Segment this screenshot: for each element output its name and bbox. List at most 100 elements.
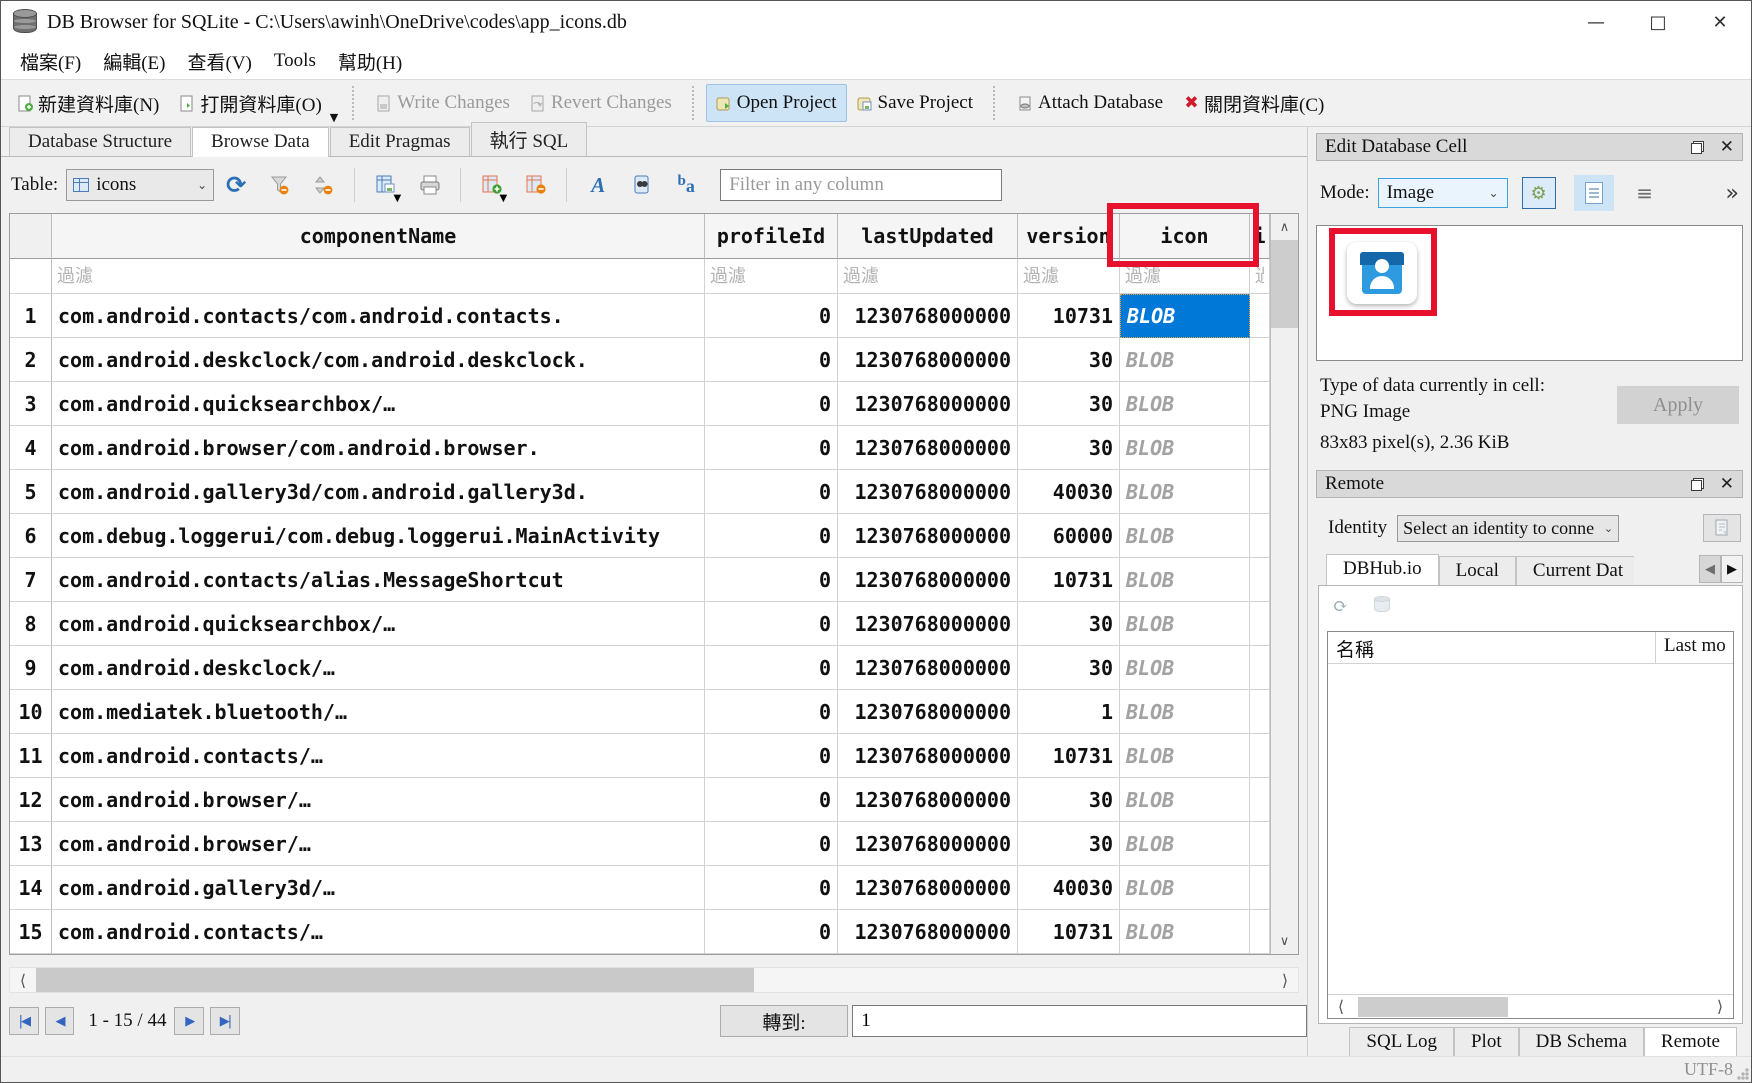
revert-changes-button[interactable]: Revert Changes [520, 84, 682, 122]
cell-icon-blob[interactable]: BLOB [1120, 866, 1250, 910]
cell-lastUpdated[interactable]: 1230768000000 [838, 822, 1018, 866]
cell-icon-blob[interactable]: BLOB [1120, 646, 1250, 690]
new-database-button[interactable]: 新建資料庫(N) [7, 82, 169, 125]
row-number[interactable]: 7 [10, 558, 52, 602]
cell-icon-blob[interactable]: BLOB [1120, 602, 1250, 646]
scroll-right-icon[interactable]: ⟩ [1707, 997, 1733, 1016]
cell-profileId[interactable]: 0 [705, 514, 838, 558]
cell-version[interactable]: 10731 [1018, 910, 1120, 954]
column-header-lastUpdated[interactable]: lastUpdated [838, 214, 1018, 259]
save-results-button[interactable]: ▼ [369, 168, 403, 202]
cell-version[interactable]: 30 [1018, 602, 1120, 646]
cell-lastUpdated[interactable]: 1230768000000 [838, 426, 1018, 470]
cell-componentName[interactable]: com.android.browser/… [52, 822, 705, 866]
tab-database-structure[interactable]: Database Structure [9, 127, 191, 156]
cell-profileId[interactable]: 0 [705, 470, 838, 514]
cell-profileId[interactable]: 0 [705, 778, 838, 822]
cell-lastUpdated[interactable]: 1230768000000 [838, 646, 1018, 690]
goto-button[interactable]: 轉到: [720, 1005, 848, 1037]
row-number[interactable]: 15 [10, 910, 52, 954]
cell-icon-blob[interactable]: BLOB [1120, 690, 1250, 734]
cell-version[interactable]: 30 [1018, 822, 1120, 866]
cell-icon-blob[interactable]: BLOB [1120, 514, 1250, 558]
open-database-dropdown[interactable]: ▼ [330, 111, 338, 124]
float-panel-icon[interactable] [1691, 478, 1704, 491]
cell-lastUpdated[interactable]: 1230768000000 [838, 382, 1018, 426]
close-panel-icon[interactable]: ✕ [1720, 139, 1734, 156]
cell-partial[interactable] [1250, 734, 1270, 778]
cell-partial[interactable] [1250, 910, 1270, 954]
scroll-right-icon[interactable]: ⟩ [1272, 971, 1298, 990]
cell-icon-blob[interactable]: BLOB [1120, 294, 1250, 338]
row-number[interactable]: 1 [10, 294, 52, 338]
row-number[interactable]: 14 [10, 866, 52, 910]
open-database-button[interactable]: 打開資料庫(O) [169, 82, 331, 125]
cell-componentName[interactable]: com.android.contacts/alias.MessageShortc… [52, 558, 705, 602]
cell-profileId[interactable]: 0 [705, 646, 838, 690]
new-record-dropdown[interactable]: ▼ [500, 193, 508, 204]
clear-sort-button[interactable] [307, 168, 341, 202]
row-number[interactable]: 13 [10, 822, 52, 866]
write-changes-button[interactable]: Write Changes [366, 84, 520, 122]
overflow-button[interactable]: » [1726, 181, 1743, 206]
save-results-dropdown[interactable]: ▼ [394, 193, 402, 204]
text-mode-button[interactable] [1574, 175, 1614, 211]
cell-partial[interactable] [1250, 338, 1270, 382]
cell-icon-blob[interactable]: BLOB [1120, 558, 1250, 602]
cell-version[interactable]: 1 [1018, 690, 1120, 734]
cell-version[interactable]: 10731 [1018, 558, 1120, 602]
cell-partial[interactable] [1250, 866, 1270, 910]
cell-icon-blob[interactable]: BLOB [1120, 910, 1250, 954]
cell-partial[interactable] [1250, 294, 1270, 338]
cell-version[interactable]: 60000 [1018, 514, 1120, 558]
cell-partial[interactable] [1250, 822, 1270, 866]
row-number[interactable]: 2 [10, 338, 52, 382]
new-record-button[interactable]: ▼ [475, 168, 509, 202]
row-number[interactable]: 10 [10, 690, 52, 734]
cell-componentName[interactable]: com.android.quicksearchbox/… [52, 602, 705, 646]
remote-tab-dbhub[interactable]: DBHub.io [1326, 554, 1439, 585]
cell-componentName[interactable]: com.debug.loggerui/com.debug.loggerui.Ma… [52, 514, 705, 558]
remote-horizontal-scrollbar[interactable]: ⟨ ⟩ [1328, 994, 1733, 1018]
vertical-scrollbar-thumb[interactable] [1271, 240, 1298, 328]
first-record-button[interactable]: |◀ [9, 1007, 39, 1035]
mode-select[interactable]: Image ⌄ [1378, 178, 1508, 208]
filter-componentName[interactable] [52, 259, 704, 293]
cell-partial[interactable] [1250, 602, 1270, 646]
close-button[interactable]: ✕ [1689, 1, 1751, 43]
clear-filters-button[interactable] [263, 168, 297, 202]
filter-lastUpdated[interactable] [838, 259, 1017, 293]
print-button[interactable] [413, 168, 447, 202]
scroll-left-icon[interactable]: ⟨ [10, 971, 36, 990]
resize-grip[interactable] [1737, 1068, 1749, 1080]
cell-version[interactable]: 40030 [1018, 470, 1120, 514]
cell-profileId[interactable]: 0 [705, 558, 838, 602]
attach-database-button[interactable]: Attach Database [1007, 84, 1173, 122]
cell-icon-blob[interactable]: BLOB [1120, 470, 1250, 514]
cell-componentName[interactable]: com.android.gallery3d/… [52, 866, 705, 910]
cell-partial[interactable] [1250, 382, 1270, 426]
filter-profileId[interactable] [705, 259, 837, 293]
tab-execute-sql[interactable]: 執行 SQL [471, 122, 588, 156]
dock-tab-db-schema[interactable]: DB Schema [1519, 1027, 1644, 1056]
previous-record-button[interactable]: ◀ [45, 1007, 75, 1035]
column-header-icon[interactable]: icon [1120, 214, 1250, 259]
cell-profileId[interactable]: 0 [705, 602, 838, 646]
cell-version[interactable]: 10731 [1018, 734, 1120, 778]
menu-file[interactable]: 檔案(F) [9, 45, 92, 78]
cell-icon-blob[interactable]: BLOB [1120, 338, 1250, 382]
cell-componentName[interactable]: com.android.gallery3d/com.android.galler… [52, 470, 705, 514]
tab-edit-pragmas[interactable]: Edit Pragmas [330, 127, 470, 156]
row-number[interactable]: 6 [10, 514, 52, 558]
cell-profileId[interactable]: 0 [705, 294, 838, 338]
cell-componentName[interactable]: com.android.contacts/… [52, 910, 705, 954]
cell-icon-blob[interactable]: BLOB [1120, 822, 1250, 866]
cell-lastUpdated[interactable]: 1230768000000 [838, 866, 1018, 910]
cell-icon-blob[interactable]: BLOB [1120, 426, 1250, 470]
cell-version[interactable]: 30 [1018, 426, 1120, 470]
tab-browse-data[interactable]: Browse Data [192, 127, 329, 157]
cell-profileId[interactable]: 0 [705, 734, 838, 778]
cell-lastUpdated[interactable]: 1230768000000 [838, 734, 1018, 778]
column-header-version[interactable]: version [1018, 214, 1120, 259]
next-record-button[interactable]: ▶ [174, 1007, 204, 1035]
